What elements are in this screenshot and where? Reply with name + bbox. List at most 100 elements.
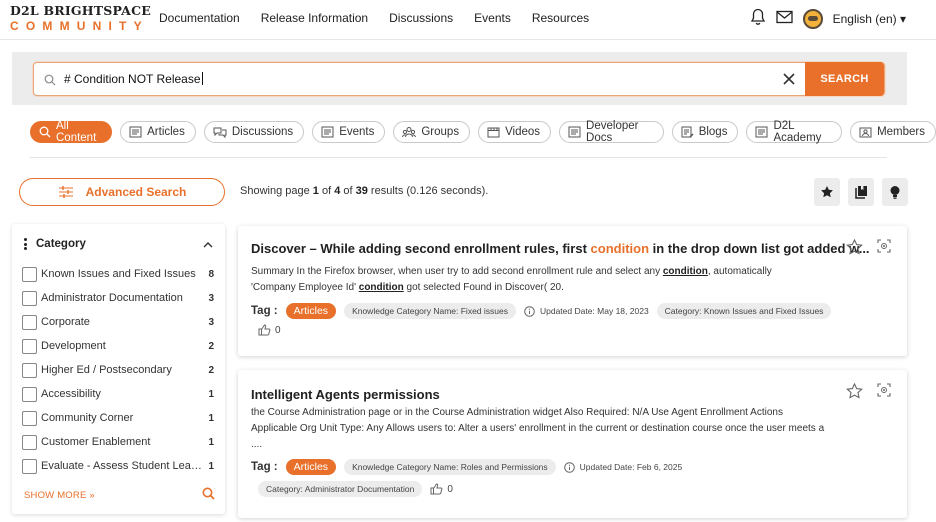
category-option[interactable]: Customer Enablement 1 xyxy=(22,434,214,450)
category-option[interactable]: Corporate 3 xyxy=(22,314,214,330)
tag-label: Tag : xyxy=(251,461,278,473)
category-option[interactable]: Community Corner 1 xyxy=(22,410,214,426)
nav-documentation[interactable]: Documentation xyxy=(159,11,240,25)
category-label: Community Corner xyxy=(41,412,134,424)
result-description: Summary In the Firefox browser, when use… xyxy=(251,266,772,293)
filter-blogs[interactable]: Blogs xyxy=(671,121,739,143)
checkbox[interactable] xyxy=(22,266,37,282)
filter-all-content[interactable]: All Content xyxy=(30,120,113,144)
knowledge-category-badge[interactable]: Knowledge Category Name: Fixed issues xyxy=(344,303,516,319)
checkbox[interactable] xyxy=(22,314,37,330)
category-option[interactable]: Administrator Documentation 3 xyxy=(22,290,214,306)
star-outline-icon[interactable] xyxy=(846,382,863,404)
lightbulb-icon xyxy=(890,185,900,199)
logo-line1: D2L BRIGHTSPACE xyxy=(10,3,151,18)
like-button[interactable]: 0 xyxy=(258,324,281,336)
filter-label: Members xyxy=(877,126,926,138)
nav-discussions[interactable]: Discussions xyxy=(389,11,453,25)
tips-button[interactable] xyxy=(882,178,908,206)
drag-handle-icon[interactable] xyxy=(24,238,27,250)
saved-searches-button[interactable] xyxy=(848,178,874,206)
mail-icon[interactable] xyxy=(775,10,793,27)
category-option[interactable]: Higher Ed / Postsecondary 2 xyxy=(22,362,214,378)
nav-events[interactable]: Events xyxy=(474,11,511,25)
filter-label: D2L Academy xyxy=(773,120,822,144)
brightspace-community-logo[interactable]: D2L BRIGHTSPACE COMMUNITY xyxy=(10,3,151,33)
bell-icon[interactable] xyxy=(750,8,766,29)
result-title[interactable]: Discover – While adding second enrollmen… xyxy=(251,241,870,256)
preview-icon[interactable] xyxy=(877,239,891,260)
checkbox[interactable] xyxy=(22,362,37,378)
result-title[interactable]: Intelligent Agents permissions xyxy=(251,387,440,402)
results-summary: Showing page 1 of 4 of 39 results (0.126… xyxy=(240,185,489,197)
category-count: 1 xyxy=(208,436,214,448)
filter-label: Groups xyxy=(421,126,460,138)
updated-date: Updated Date: Feb 6, 2025 xyxy=(563,461,682,473)
collection-icon xyxy=(855,186,867,199)
thumbs-up-icon xyxy=(430,483,443,495)
checkbox[interactable] xyxy=(22,338,37,354)
filter-events[interactable]: Events xyxy=(312,121,386,143)
category-count: 8 xyxy=(208,268,214,280)
filter-articles[interactable]: Articles xyxy=(120,121,196,143)
favorites-button[interactable] xyxy=(814,178,840,206)
search-band: # Condition NOT Release SEARCH xyxy=(12,52,907,105)
nav-resources[interactable]: Resources xyxy=(532,11,589,25)
logo-line2: COMMUNITY xyxy=(10,18,149,33)
top-navigation-bar: D2L BRIGHTSPACE COMMUNITY Documentation … xyxy=(0,0,936,40)
like-button[interactable]: 0 xyxy=(430,483,453,495)
tag-articles[interactable]: Articles xyxy=(285,459,337,475)
thumbs-up-icon xyxy=(258,324,271,336)
category-label: Development xyxy=(41,340,106,352)
academy-icon xyxy=(755,126,768,138)
event-icon xyxy=(321,126,334,138)
avatar[interactable] xyxy=(802,8,823,29)
category-badge[interactable]: Category: Administrator Documentation xyxy=(258,481,423,497)
nav-release-information[interactable]: Release Information xyxy=(261,11,368,25)
tag-articles[interactable]: Articles xyxy=(285,303,337,319)
chevron-up-icon[interactable] xyxy=(203,235,213,253)
category-badge[interactable]: Category: Known Issues and Fixed Issues xyxy=(656,303,832,319)
star-outline-icon[interactable] xyxy=(846,238,863,260)
category-header[interactable]: Category xyxy=(24,236,213,252)
result-meta: Tag : Articles Knowledge Category Name: … xyxy=(251,459,682,475)
article-icon xyxy=(129,126,142,138)
checkbox[interactable] xyxy=(22,290,37,306)
preview-icon[interactable] xyxy=(877,383,891,404)
checkbox[interactable] xyxy=(22,386,37,402)
show-more-link[interactable]: SHOW MORE » xyxy=(24,490,95,501)
checkbox[interactable] xyxy=(22,410,37,426)
filter-groups[interactable]: Groups xyxy=(393,121,471,143)
language-selector[interactable]: English (en) ▾ xyxy=(833,12,906,26)
category-count: 1 xyxy=(208,412,214,424)
filter-label: Discussions xyxy=(231,126,294,138)
category-option[interactable]: Development 2 xyxy=(22,338,214,354)
filter-videos[interactable]: Videos xyxy=(478,121,552,143)
search-icon[interactable] xyxy=(202,487,215,505)
caret-down-icon: ▾ xyxy=(899,11,906,26)
search-button[interactable]: SEARCH xyxy=(805,62,884,96)
filter-label: All Content xyxy=(56,120,97,144)
card-actions xyxy=(846,382,891,404)
checkbox[interactable] xyxy=(22,458,37,474)
knowledge-category-badge[interactable]: Knowledge Category Name: Roles and Permi… xyxy=(344,459,556,475)
search-icon xyxy=(39,126,51,138)
category-count: 2 xyxy=(208,340,214,352)
category-option[interactable]: Evaluate - Assess Student Lear... 1 xyxy=(22,458,214,474)
discussion-icon xyxy=(213,127,227,138)
filter-discussions[interactable]: Discussions xyxy=(203,121,305,143)
category-option[interactable]: Accessibility 1 xyxy=(22,386,214,402)
checkbox[interactable] xyxy=(22,434,37,450)
category-option[interactable]: Known Issues and Fixed Issues 8 xyxy=(22,266,214,282)
result-tools xyxy=(814,178,908,206)
advanced-search-button[interactable]: Advanced Search xyxy=(19,178,225,206)
search-input[interactable]: # Condition NOT Release SEARCH xyxy=(33,62,885,96)
filter-developer-docs[interactable]: Developer Docs xyxy=(559,120,664,144)
like-count: 0 xyxy=(447,483,453,495)
clear-icon[interactable] xyxy=(782,72,796,91)
filter-members[interactable]: Members xyxy=(850,121,936,143)
result-card: Discover – While adding second enrollmen… xyxy=(238,226,907,356)
filter-d2l-academy[interactable]: D2L Academy xyxy=(746,120,843,144)
card-actions xyxy=(846,238,891,260)
filter-label: Events xyxy=(339,126,375,138)
